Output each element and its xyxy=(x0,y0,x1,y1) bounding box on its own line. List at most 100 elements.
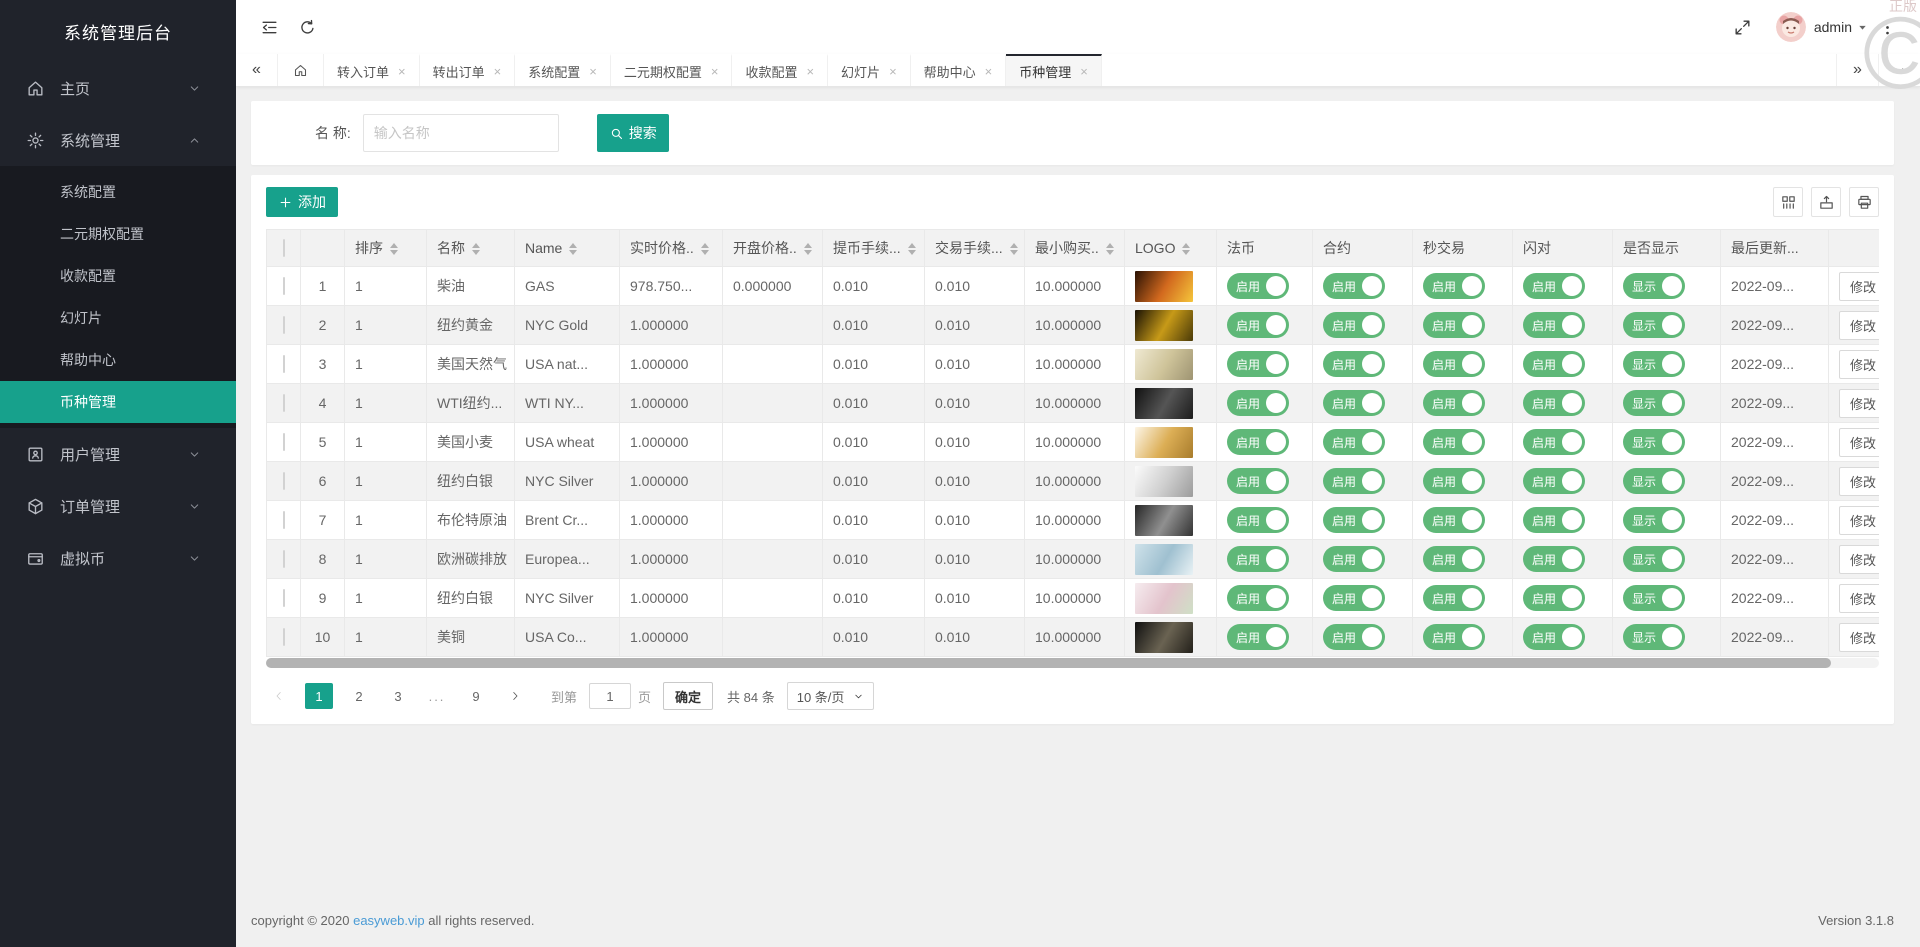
enable-toggle-fiat[interactable]: 启用 xyxy=(1227,468,1289,494)
edit-button[interactable]: 修改 xyxy=(1839,623,1879,652)
enable-toggle-fiat[interactable]: 启用 xyxy=(1227,390,1289,416)
col-header-sort[interactable]: 排序 xyxy=(345,230,427,267)
edit-button[interactable]: 修改 xyxy=(1839,584,1879,613)
enable-toggle-seconds_trade[interactable]: 启用 xyxy=(1423,468,1485,494)
close-icon[interactable]: × xyxy=(589,65,597,78)
show-toggle-is_visible[interactable]: 显示 xyxy=(1623,468,1685,494)
enable-toggle-contract[interactable]: 启用 xyxy=(1323,585,1385,611)
sort-icon[interactable] xyxy=(390,243,398,255)
add-button[interactable]: 添加 xyxy=(266,187,338,217)
enable-toggle-seconds_trade[interactable]: 启用 xyxy=(1423,390,1485,416)
columns-button[interactable] xyxy=(1773,187,1803,217)
col-header-min_buy[interactable]: 最小购买.. xyxy=(1025,230,1125,267)
enable-toggle-seconds_trade[interactable]: 启用 xyxy=(1423,585,1485,611)
sidebar-subitem-currency-management[interactable]: 币种管理 xyxy=(0,381,236,423)
sidebar-item-order-management[interactable]: 订单管理 xyxy=(0,480,236,532)
refresh-button[interactable] xyxy=(288,8,326,46)
col-header-price[interactable]: 实时价格.. xyxy=(620,230,723,267)
fullscreen-button[interactable] xyxy=(1724,8,1762,46)
enable-toggle-flash_swap[interactable]: 启用 xyxy=(1523,624,1585,650)
close-icon[interactable]: × xyxy=(1080,65,1088,78)
tab-scroll-right-button[interactable]: » xyxy=(1836,54,1878,86)
row-checkbox[interactable] xyxy=(283,511,285,529)
enable-toggle-fiat[interactable]: 启用 xyxy=(1227,624,1289,650)
row-checkbox[interactable] xyxy=(283,472,285,490)
show-toggle-is_visible[interactable]: 显示 xyxy=(1623,546,1685,572)
close-icon[interactable]: × xyxy=(985,65,993,78)
enable-toggle-flash_swap[interactable]: 启用 xyxy=(1523,546,1585,572)
show-toggle-is_visible[interactable]: 显示 xyxy=(1623,351,1685,377)
show-toggle-is_visible[interactable]: 显示 xyxy=(1623,429,1685,455)
tab-payment-config[interactable]: 收款配置× xyxy=(732,54,828,86)
enable-toggle-contract[interactable]: 启用 xyxy=(1323,546,1385,572)
enable-toggle-contract[interactable]: 启用 xyxy=(1323,273,1385,299)
enable-toggle-contract[interactable]: 启用 xyxy=(1323,390,1385,416)
sort-icon[interactable] xyxy=(1182,243,1190,255)
footer-link[interactable]: easyweb.vip xyxy=(353,913,425,928)
avatar[interactable] xyxy=(1776,12,1806,42)
edit-button[interactable]: 修改 xyxy=(1839,467,1879,496)
tab-scroll-left-button[interactable]: « xyxy=(236,54,278,86)
enable-toggle-seconds_trade[interactable]: 启用 xyxy=(1423,312,1485,338)
enable-toggle-seconds_trade[interactable]: 启用 xyxy=(1423,351,1485,377)
show-toggle-is_visible[interactable]: 显示 xyxy=(1623,624,1685,650)
row-checkbox[interactable] xyxy=(283,589,285,607)
tab-menu-button[interactable] xyxy=(1878,54,1920,86)
enable-toggle-seconds_trade[interactable]: 启用 xyxy=(1423,273,1485,299)
show-toggle-is_visible[interactable]: 显示 xyxy=(1623,507,1685,533)
pagination-prev-button[interactable] xyxy=(266,683,292,709)
enable-toggle-flash_swap[interactable]: 启用 xyxy=(1523,507,1585,533)
show-toggle-is_visible[interactable]: 显示 xyxy=(1623,273,1685,299)
enable-toggle-flash_swap[interactable]: 启用 xyxy=(1523,390,1585,416)
edit-button[interactable]: 修改 xyxy=(1839,428,1879,457)
sort-icon[interactable] xyxy=(804,243,812,255)
pagination-next-button[interactable] xyxy=(502,683,528,709)
enable-toggle-contract[interactable]: 启用 xyxy=(1323,507,1385,533)
show-toggle-is_visible[interactable]: 显示 xyxy=(1623,312,1685,338)
row-checkbox[interactable] xyxy=(283,316,285,334)
col-header-trade_fee[interactable]: 交易手续... xyxy=(925,230,1025,267)
jump-page-input[interactable] xyxy=(589,683,631,709)
enable-toggle-fiat[interactable]: 启用 xyxy=(1227,507,1289,533)
enable-toggle-flash_swap[interactable]: 启用 xyxy=(1523,351,1585,377)
show-toggle-is_visible[interactable]: 显示 xyxy=(1623,585,1685,611)
enable-toggle-fiat[interactable]: 启用 xyxy=(1227,546,1289,572)
sidebar-item-virtual-currency[interactable]: 虚拟币 xyxy=(0,532,236,584)
sort-icon[interactable] xyxy=(1010,243,1018,255)
tab-currency-management[interactable]: 币种管理× xyxy=(1006,54,1102,86)
edit-button[interactable]: 修改 xyxy=(1839,311,1879,340)
enable-toggle-flash_swap[interactable]: 启用 xyxy=(1523,273,1585,299)
row-checkbox[interactable] xyxy=(283,550,285,568)
close-icon[interactable]: × xyxy=(711,65,719,78)
collapse-sidebar-button[interactable] xyxy=(250,8,288,46)
enable-toggle-seconds_trade[interactable]: 启用 xyxy=(1423,546,1485,572)
sort-icon[interactable] xyxy=(1106,243,1114,255)
enable-toggle-seconds_trade[interactable]: 启用 xyxy=(1423,507,1485,533)
sort-icon[interactable] xyxy=(701,243,709,255)
edit-button[interactable]: 修改 xyxy=(1839,350,1879,379)
col-header-open_price[interactable]: 开盘价格.. xyxy=(723,230,823,267)
more-menu-button[interactable] xyxy=(1868,8,1906,46)
enable-toggle-contract[interactable]: 启用 xyxy=(1323,624,1385,650)
enable-toggle-flash_swap[interactable]: 启用 xyxy=(1523,585,1585,611)
sort-icon[interactable] xyxy=(472,243,480,255)
sidebar-subitem-payment-config[interactable]: 收款配置 xyxy=(0,255,236,297)
row-checkbox[interactable] xyxy=(283,628,285,646)
enable-toggle-fiat[interactable]: 启用 xyxy=(1227,273,1289,299)
edit-button[interactable]: 修改 xyxy=(1839,545,1879,574)
edit-button[interactable]: 修改 xyxy=(1839,272,1879,301)
sort-icon[interactable] xyxy=(908,243,916,255)
tab-transfer-in-orders[interactable]: 转入订单× xyxy=(324,54,420,86)
enable-toggle-fiat[interactable]: 启用 xyxy=(1227,429,1289,455)
pagination-page-1[interactable]: 1 xyxy=(305,683,333,709)
edit-button[interactable]: 修改 xyxy=(1839,389,1879,418)
close-icon[interactable]: × xyxy=(398,65,406,78)
search-input[interactable] xyxy=(363,114,559,152)
enable-toggle-flash_swap[interactable]: 启用 xyxy=(1523,468,1585,494)
tab-binary-option-config[interactable]: 二元期权配置× xyxy=(611,54,733,86)
sidebar-subitem-slideshow[interactable]: 幻灯片 xyxy=(0,297,236,339)
sidebar-subitem-help-center[interactable]: 帮助中心 xyxy=(0,339,236,381)
enable-toggle-fiat[interactable]: 启用 xyxy=(1227,351,1289,377)
user-menu[interactable]: admin xyxy=(1814,19,1868,35)
pagination-page-2[interactable]: 2 xyxy=(346,683,372,709)
